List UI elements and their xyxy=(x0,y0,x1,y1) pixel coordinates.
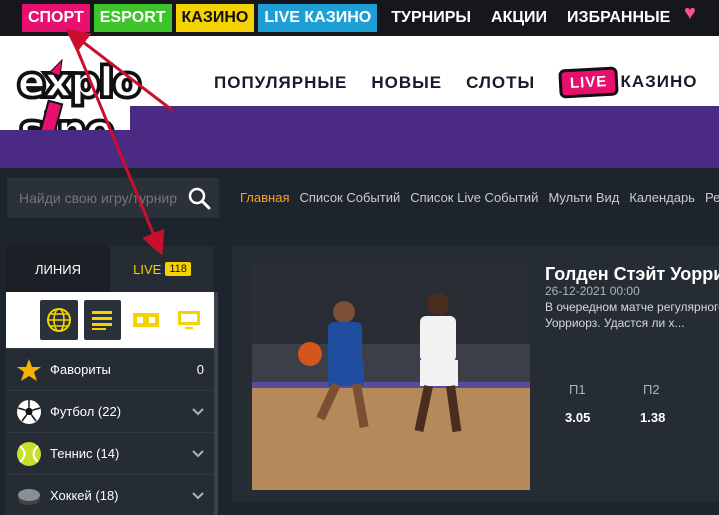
sport-row-label: Теннис (14) xyxy=(50,446,120,461)
tennis-ball-icon xyxy=(17,441,41,466)
nav-promotions[interactable]: АКЦИИ xyxy=(485,4,553,32)
nav-sport[interactable]: СПОРТ xyxy=(22,4,90,32)
subnav-results[interactable]: Результаты xyxy=(705,190,719,205)
event-date: 26-12-2021 00:00 xyxy=(545,284,640,298)
chevron-down-icon xyxy=(192,491,204,499)
tab-line[interactable]: ЛИНИЯ xyxy=(6,246,110,292)
sub-nav: Главная Список Событий Список Live Событ… xyxy=(240,190,719,205)
event-description: В очередном матче регулярного Уорриорз. … xyxy=(545,299,719,331)
purple-band-top xyxy=(130,106,719,136)
nav-favorites[interactable]: ИЗБРАННЫЕ xyxy=(561,4,676,32)
odds-value-p2[interactable]: 1.38 xyxy=(640,410,665,425)
svg-text:explo: explo xyxy=(18,60,141,106)
globe-filter[interactable] xyxy=(40,300,78,340)
nav-esport[interactable]: ESPORT xyxy=(93,4,172,32)
star-icon xyxy=(17,358,41,381)
search-icon[interactable] xyxy=(187,186,211,210)
top-nav: СПОРТ ESPORT КАЗИНО LIVE КАЗИНО ТУРНИРЫ … xyxy=(0,0,719,36)
sport-row-label: Футбол (22) xyxy=(50,404,122,419)
sport-row-label: Фавориты xyxy=(50,362,111,377)
main-nav: ПОПУЛЯРНЫЕ НОВЫЕ СЛОТЫ LIVE КАЗИНО xyxy=(214,66,698,99)
sport-row-label: Хоккей (18) xyxy=(50,488,119,503)
view-filters xyxy=(6,292,214,348)
chevron-down-icon xyxy=(192,449,204,457)
search-input[interactable] xyxy=(19,190,184,206)
tab-line-label: ЛИНИЯ xyxy=(35,261,81,277)
sidebar-tabs: ЛИНИЯ LIVE 118 xyxy=(6,246,214,292)
hockey-puck-icon xyxy=(18,488,40,505)
scoreboard-icon xyxy=(132,313,159,327)
odds-value-p1[interactable]: 3.05 xyxy=(565,410,590,425)
sport-row-football[interactable]: Футбол (22) xyxy=(6,390,214,432)
tab-live[interactable]: LIVE 118 xyxy=(110,246,214,292)
nav-live-casino[interactable]: LIVE КАЗИНО xyxy=(258,4,378,32)
chevron-down-icon xyxy=(192,407,204,415)
favorites-count: 0 xyxy=(196,362,204,377)
live-badge: LIVE xyxy=(558,66,620,99)
list-filter[interactable] xyxy=(83,300,121,340)
event-desc-line: В очередном матче регулярного xyxy=(545,300,719,314)
search-row: Главная Список Событий Список Live Событ… xyxy=(0,168,719,228)
event-photo xyxy=(252,264,530,490)
screen-filter[interactable] xyxy=(171,300,209,340)
nav-new[interactable]: НОВЫЕ xyxy=(371,73,442,93)
event-title[interactable]: Голден Стэйт Уорриорз xyxy=(545,264,719,285)
odds-label-p1: П1 xyxy=(569,382,586,397)
list-icon xyxy=(92,311,113,330)
sports-sidebar: ЛИНИЯ LIVE 118 Фавориты 0 Футбол (22) Те… xyxy=(6,246,214,515)
event-desc-line: Уорриорз. Удастся ли х... xyxy=(545,316,685,330)
scoreboard-filter[interactable] xyxy=(127,300,165,340)
sport-row-favorites[interactable]: Фавориты 0 xyxy=(6,348,214,390)
odds-label-p2: П2 xyxy=(643,382,660,397)
live-count-badge: 118 xyxy=(165,262,191,276)
subnav-live-events[interactable]: Список Live Событий xyxy=(410,190,538,205)
page: СПОРТ ESPORT КАЗИНО LIVE КАЗИНО ТУРНИРЫ … xyxy=(0,0,719,515)
nav-casino[interactable]: КАЗИНО xyxy=(175,4,255,32)
sport-row-hockey[interactable]: Хоккей (18) xyxy=(6,474,214,515)
globe-icon xyxy=(46,308,71,332)
nav-live-casino-main[interactable]: LIVE КАЗИНО xyxy=(558,66,698,99)
monitor-icon xyxy=(178,311,201,329)
tab-live-label: LIVE xyxy=(133,261,162,277)
live-casino-label: КАЗИНО xyxy=(620,72,698,91)
featured-event-card[interactable]: Голден Стэйт Уорриорз 26-12-2021 00:00 В… xyxy=(232,246,719,502)
subnav-events[interactable]: Список Событий xyxy=(299,190,400,205)
subnav-home[interactable]: Главная xyxy=(240,190,289,205)
heart-icon: ♥ xyxy=(684,2,696,24)
soccer-ball-icon xyxy=(17,399,41,424)
nav-tournaments[interactable]: ТУРНИРЫ xyxy=(385,4,477,32)
subnav-multiview[interactable]: Мульти Вид xyxy=(548,190,619,205)
nav-slots[interactable]: СЛОТЫ xyxy=(466,73,535,93)
nav-popular[interactable]: ПОПУЛЯРНЫЕ xyxy=(214,73,347,93)
subnav-calendar[interactable]: Календарь xyxy=(629,190,695,205)
sport-row-tennis[interactable]: Теннис (14) xyxy=(6,432,214,474)
search-box xyxy=(7,178,219,218)
sidebar-scrollbar[interactable] xyxy=(214,292,218,515)
